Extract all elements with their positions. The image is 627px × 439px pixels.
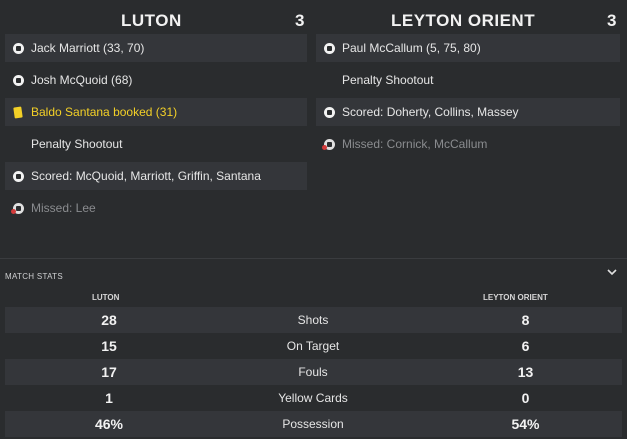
match-event-text: Penalty Shootout <box>31 137 123 151</box>
goal-ball-icon <box>5 42 31 54</box>
chevron-down-icon[interactable] <box>606 266 618 278</box>
match-event: Missed: Lee <box>5 194 307 222</box>
stat-away-value: 13 <box>517 364 534 380</box>
missed-penalty-icon <box>5 202 31 214</box>
match-event-text: Missed: Cornick, McCallum <box>342 137 488 151</box>
match-event-text: Paul McCallum (5, 75, 80) <box>342 41 481 55</box>
match-event: Baldo Santana booked (31) <box>5 98 307 126</box>
stat-row: 1 Yellow Cards 0 <box>5 385 622 411</box>
stats-away-label: LEYTON ORIENT <box>483 293 548 302</box>
stat-home-value: 46% <box>94 416 124 432</box>
match-event-text: Josh McQuoid (68) <box>31 73 133 87</box>
stat-away-value: 54% <box>511 416 540 432</box>
stat-label: Possession <box>282 417 344 431</box>
goal-ball-icon <box>316 42 342 54</box>
match-stats-title: MATCH STATS <box>5 272 63 281</box>
match-event-text: Penalty Shootout <box>342 73 434 87</box>
yellow-card-icon <box>5 105 31 119</box>
stat-row: 17 Fouls 13 <box>5 359 622 385</box>
match-event: Josh McQuoid (68) <box>5 66 307 94</box>
stat-label: On Target <box>286 339 340 353</box>
away-events-list: Paul McCallum (5, 75, 80) Penalty Shootou… <box>316 34 620 162</box>
match-event: Scored: Doherty, Collins, Massey <box>316 98 620 126</box>
match-event-text: Missed: Lee <box>31 201 96 215</box>
stat-home-value: 17 <box>101 364 117 380</box>
goal-ball-icon <box>316 106 342 118</box>
away-team-score: 3 <box>607 11 617 30</box>
match-event-text: Jack Marriott (33, 70) <box>31 41 145 55</box>
stat-row: 46% Possession 54% <box>5 411 622 437</box>
stat-label: Shots <box>297 313 329 327</box>
match-event-text: Scored: McQuoid, Marriott, Griffin, Sant… <box>31 169 261 183</box>
home-team-score: 3 <box>295 11 305 30</box>
goal-ball-icon <box>5 74 31 86</box>
match-event: Jack Marriott (33, 70) <box>5 34 307 62</box>
match-event: Paul McCallum (5, 75, 80) <box>316 34 620 62</box>
goal-ball-icon <box>5 170 31 182</box>
match-event: Penalty Shootout <box>316 66 620 94</box>
home-team-header: LUTON 3 <box>0 8 310 34</box>
stat-row: 28 Shots 8 <box>5 307 622 333</box>
stat-row: 15 On Target 6 <box>5 333 622 359</box>
stat-home-value: 28 <box>101 312 117 328</box>
match-event: Missed: Cornick, McCallum <box>316 130 620 158</box>
match-event: Scored: McQuoid, Marriott, Griffin, Sant… <box>5 162 307 190</box>
stat-label: Fouls <box>298 365 328 379</box>
stat-home-value: 15 <box>101 338 117 354</box>
stat-away-value: 6 <box>521 338 530 354</box>
stat-home-value: 1 <box>105 390 113 406</box>
away-team-header: LEYTON ORIENT 3 <box>316 8 627 34</box>
missed-penalty-icon <box>316 138 342 150</box>
home-events-list: Jack Marriott (33, 70) Josh McQuoid (68) B… <box>5 34 307 226</box>
home-team-name[interactable]: LUTON <box>121 11 182 31</box>
stat-away-value: 8 <box>521 312 530 328</box>
match-event-text: Baldo Santana booked (31) <box>31 105 178 119</box>
stat-away-value: 0 <box>521 390 530 406</box>
stats-home-label: LUTON <box>92 293 120 302</box>
match-event: Penalty Shootout <box>5 130 307 158</box>
match-event-text: Scored: Doherty, Collins, Massey <box>342 105 519 119</box>
away-team-name[interactable]: LEYTON ORIENT <box>391 11 535 31</box>
stat-label: Yellow Cards <box>278 391 348 405</box>
section-divider <box>0 258 627 259</box>
